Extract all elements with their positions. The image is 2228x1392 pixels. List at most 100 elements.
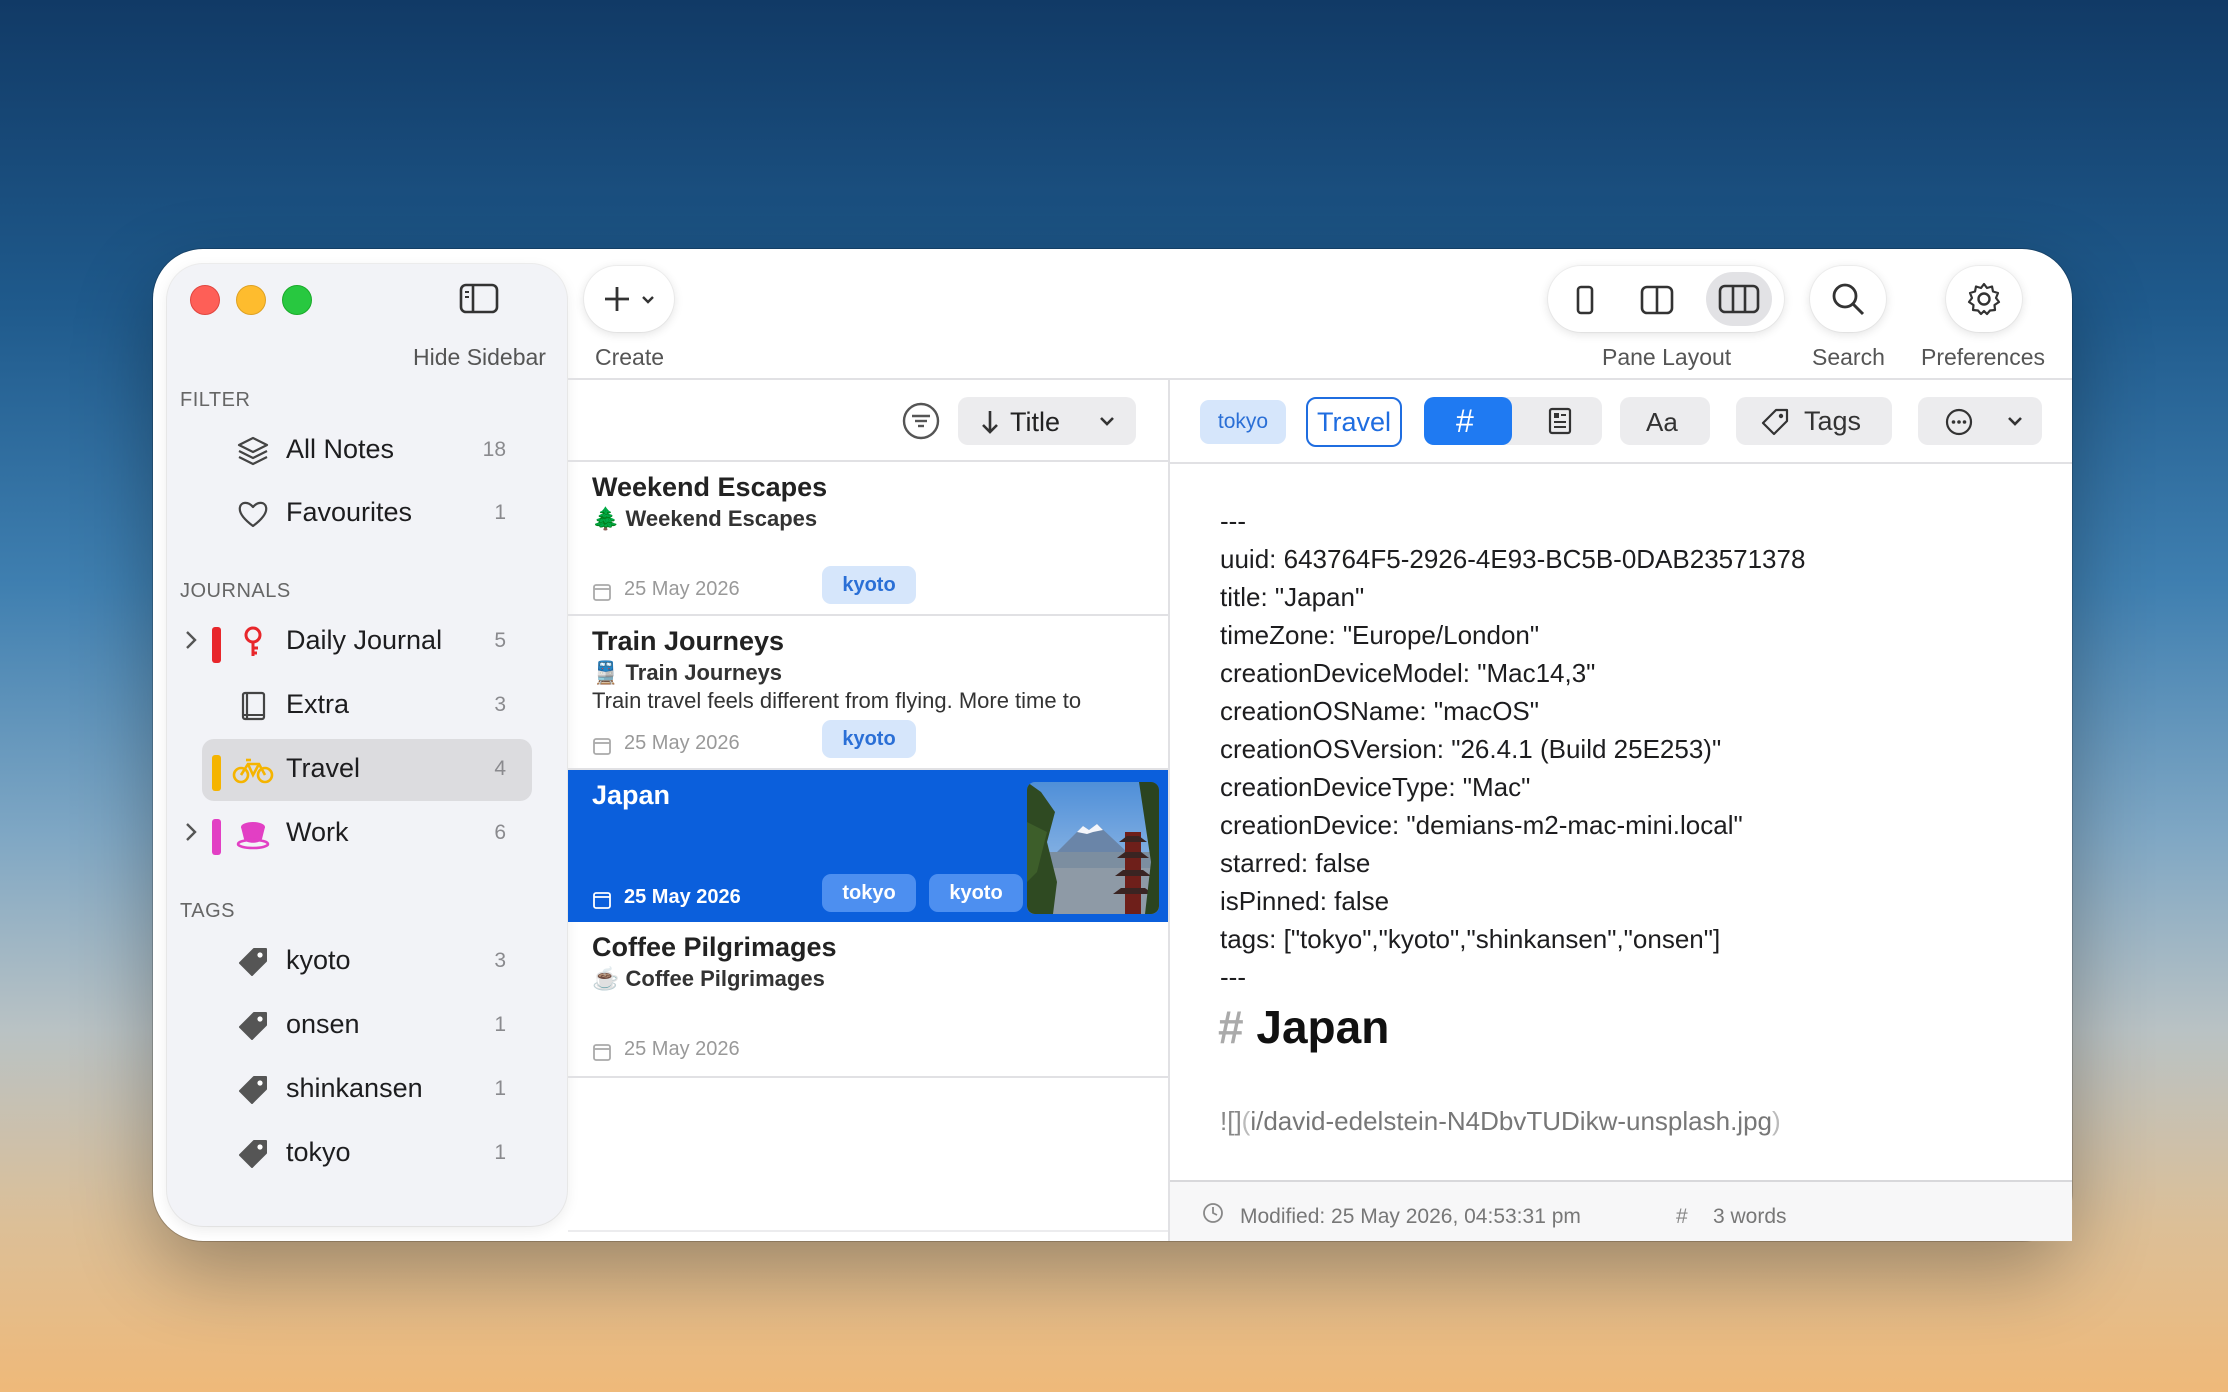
sidebar-item-label: kyoto — [286, 945, 351, 975]
tag-icon — [239, 1140, 267, 1168]
pane-triple-button[interactable] — [1706, 272, 1772, 326]
sidebar-tag-kyoto[interactable]: kyoto 3 — [202, 931, 532, 993]
note-list: Weekend Escapes 🌲 Weekend Escapes 25 May… — [568, 462, 1168, 1240]
sidebar-item-work[interactable]: Work 6 — [186, 803, 532, 865]
frontmatter-line: title: "Japan" — [1220, 582, 1365, 612]
filter-header: FILTER — [180, 389, 251, 411]
close-window-button[interactable] — [190, 285, 220, 315]
sidebar-tag-tokyo[interactable]: tokyo 1 — [202, 1123, 532, 1185]
tag-icon — [239, 948, 267, 976]
sidebar-item-count: 1 — [494, 501, 506, 524]
chevron-down-icon — [1100, 417, 1114, 426]
sidebar-toggle-icon — [459, 283, 499, 314]
note-list-item[interactable]: Weekend Escapes 🌲 Weekend Escapes 25 May… — [568, 462, 1168, 614]
pane-double-button[interactable] — [1632, 274, 1682, 324]
editor-journal-chip[interactable]: Travel — [1306, 397, 1402, 447]
frontmatter-line: creationDevice: "demians-m2-mac-mini.loc… — [1220, 810, 1743, 840]
chevron-down-icon — [642, 296, 654, 304]
preview-mode-button[interactable] — [1520, 397, 1600, 445]
note-list-item[interactable]: Train Journeys 🚆 Train Journeys Train tr… — [568, 616, 1168, 768]
bicycle-icon — [232, 758, 274, 784]
sidebar-item-label: All Notes — [286, 434, 395, 464]
font-button-label: Aa — [1646, 407, 1678, 437]
note-tag-chip[interactable]: kyoto — [822, 566, 916, 604]
note-heading: # Japan — [1218, 1000, 1389, 1054]
journal-color-bar — [212, 627, 221, 663]
filter-list-button[interactable] — [900, 400, 942, 442]
sidebar-item-count: 6 — [494, 821, 506, 844]
sidebar-item-favourites[interactable]: Favourites 1 — [202, 483, 532, 545]
tree-icon: 🌲 — [592, 506, 620, 531]
sidebar-item-travel[interactable]: Travel 4 — [202, 739, 532, 801]
ellipsis-circle-icon — [1945, 408, 1973, 436]
note-date: 25 May 2026 — [624, 578, 740, 600]
note-subtitle: ☕ Coffee Pilgrimages — [592, 966, 825, 991]
frontmatter-line: creationOSName: "macOS" — [1220, 696, 1540, 726]
tags-button[interactable]: Tags — [1736, 397, 1892, 445]
note-subtitle: 🚆 Train Journeys — [592, 660, 783, 685]
note-divider — [568, 1076, 1168, 1078]
image-path[interactable]: i/david-edelstein-N4DbvTUDikw-unsplash.j… — [1250, 1106, 1772, 1136]
note-list-item[interactable]: Coffee Pilgrimages ☕ Coffee Pilgrimages … — [568, 922, 1168, 1074]
create-button[interactable] — [584, 266, 674, 332]
sidebar-item-label: Favourites — [286, 497, 413, 527]
calendar-icon — [593, 584, 611, 601]
search-button[interactable] — [1810, 266, 1886, 332]
gear-icon — [1967, 282, 2001, 316]
markdown-mode-button[interactable]: # — [1424, 397, 1512, 445]
font-button[interactable]: Aa — [1620, 397, 1710, 445]
journal-color-bar — [212, 755, 221, 791]
note-subtitle: 🌲 Weekend Escapes — [592, 506, 818, 531]
note-title: Train Journeys — [592, 626, 785, 656]
editor-tag-chip-tokyo[interactable]: tokyo — [1200, 400, 1286, 444]
note-list-item-selected[interactable]: Japan 25 May 2026 tokyo kyoto — [568, 770, 1168, 922]
pane-single-button[interactable] — [1560, 274, 1610, 324]
tags-button-label: Tags — [1804, 406, 1862, 436]
frontmatter-line: uuid: 643764F5-2926-4E93-BC5B-0DAB235713… — [1220, 544, 1806, 574]
key-icon — [244, 626, 262, 656]
tag-icon — [239, 1076, 267, 1104]
calendar-icon — [593, 738, 611, 755]
preferences-button[interactable] — [1946, 266, 2022, 332]
chevron-right-icon[interactable] — [184, 821, 198, 850]
tags-header: TAGS — [180, 900, 235, 922]
note-excerpt: Train travel feels different from flying… — [592, 688, 1082, 713]
create-label: Create — [595, 344, 665, 370]
note-tag-chip[interactable]: kyoto — [929, 874, 1023, 912]
sidebar-tag-onsen[interactable]: onsen 1 — [202, 995, 532, 1057]
heading-text: Japan — [1256, 1001, 1390, 1053]
minimize-window-button[interactable] — [236, 285, 266, 315]
chevron-right-icon[interactable] — [184, 629, 198, 658]
single-pane-icon — [1576, 285, 1594, 315]
frontmatter-line: --- — [1220, 506, 1246, 536]
search-icon — [1832, 283, 1865, 316]
journal-color-bar — [212, 819, 221, 855]
modified-timestamp: Modified: 25 May 2026, 04:53:31 pm — [1240, 1205, 1581, 1228]
note-title: Weekend Escapes — [592, 472, 828, 502]
sidebar-item-count: 4 — [494, 757, 506, 780]
sidebar-item-label: Travel — [286, 753, 361, 783]
zoom-window-button[interactable] — [282, 285, 312, 315]
sidebar-item-label: onsen — [286, 1009, 360, 1039]
note-tag-chip[interactable]: tokyo — [822, 874, 916, 912]
sidebar-tag-shinkansen[interactable]: shinkansen 1 — [202, 1059, 532, 1121]
sidebar-item-label: tokyo — [286, 1137, 351, 1167]
more-options-button[interactable] — [1918, 397, 2042, 445]
sidebar-item-extra[interactable]: Extra 3 — [202, 675, 532, 737]
plus-icon — [605, 287, 629, 311]
note-date: 25 May 2026 — [624, 886, 741, 908]
sidebar-item-daily-journal[interactable]: Daily Journal 5 — [186, 611, 532, 673]
note-tag-chip[interactable]: kyoto — [822, 720, 916, 758]
frontmatter-line: creationDeviceModel: "Mac14,3" — [1220, 658, 1596, 688]
sidebar-item-all-notes[interactable]: All Notes 18 — [202, 420, 532, 482]
hide-sidebar-button[interactable] — [458, 280, 506, 320]
note-thumbnail — [1027, 782, 1159, 914]
image-bang: ![] — [1220, 1106, 1242, 1136]
frontmatter-line: --- — [1220, 962, 1246, 992]
heading-mark: # — [1218, 1001, 1244, 1053]
frontmatter-line: creationDeviceType: "Mac" — [1220, 772, 1531, 802]
sort-dropdown[interactable]: Title — [958, 397, 1136, 445]
sidebar-item-count: 3 — [494, 693, 506, 716]
document-preview-icon — [1548, 407, 1572, 435]
sidebar-item-count: 1 — [494, 1013, 506, 1036]
